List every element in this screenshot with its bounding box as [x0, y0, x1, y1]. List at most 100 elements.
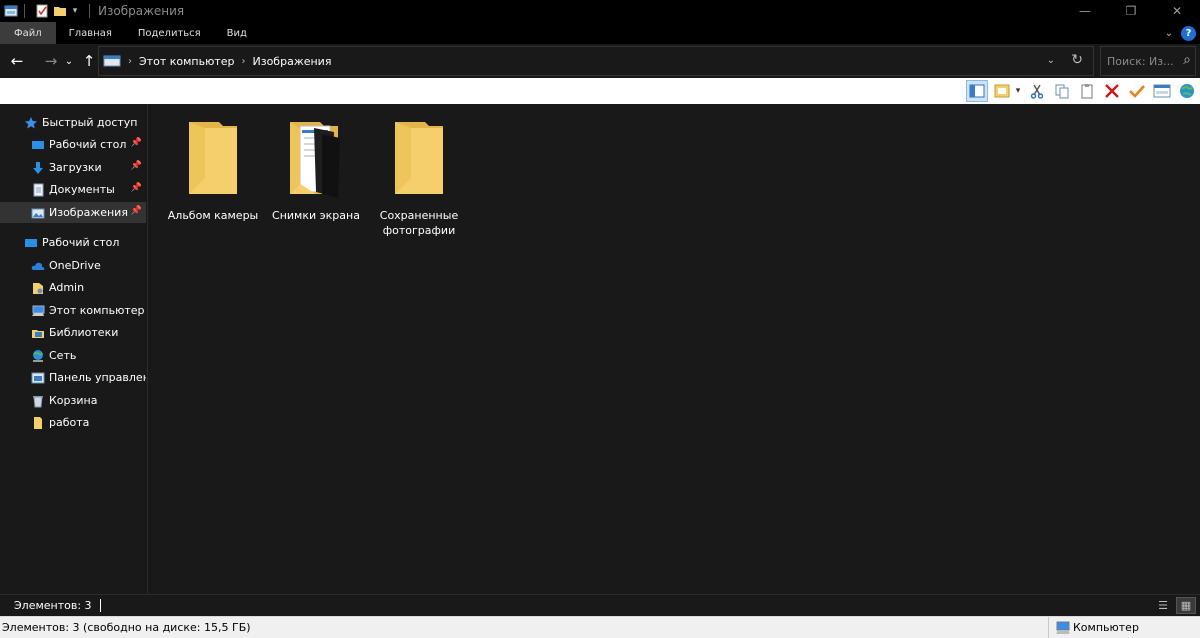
sidebar-item-pictures[interactable]: Изображения 📌: [0, 202, 146, 223]
close-button[interactable]: ✕: [1154, 0, 1200, 22]
expand-ribbon-chevron-icon[interactable]: ⌄: [1161, 25, 1177, 41]
layout-icon: [994, 84, 1010, 98]
back-arrow-icon[interactable]: ←: [6, 50, 28, 72]
sidebar-item-desktop[interactable]: Рабочий стол: [0, 232, 146, 253]
paste-icon: [1081, 84, 1093, 99]
tab-share[interactable]: Поделиться: [125, 22, 214, 44]
up-arrow-icon[interactable]: ↑: [78, 50, 100, 72]
delete-x-icon: [1105, 84, 1119, 98]
window-controls: — ❐ ✕: [1062, 0, 1200, 22]
location-label: Компьютер: [1073, 621, 1139, 634]
breadcrumb-this-pc[interactable]: Этот компьютер: [139, 55, 235, 68]
help-button[interactable]: ?: [1181, 25, 1196, 41]
tab-home[interactable]: Главная: [56, 22, 125, 44]
minimize-button[interactable]: —: [1062, 0, 1108, 22]
network-globe-icon: [33, 349, 43, 362]
refresh-icon[interactable]: ↻: [1071, 52, 1083, 68]
layout-button[interactable]: [991, 80, 1013, 102]
tab-view[interactable]: Вид: [214, 22, 260, 44]
checkmark-icon: [1129, 85, 1145, 98]
folder-icon: [395, 122, 443, 194]
sidebar-item-this-pc[interactable]: Этот компьютер: [0, 300, 146, 321]
navigation-pane-icon: [969, 84, 985, 98]
sidebar-item-label: Изображения: [49, 206, 128, 219]
pin-icon[interactable]: 📌: [131, 161, 142, 171]
recycle-bin-icon: [33, 395, 43, 407]
sidebar-item-label: Библиотеки: [49, 326, 119, 339]
sidebar-item-quick-access[interactable]: Быстрый доступ: [0, 112, 146, 133]
file-explorer-window: ▾ Изображения — ❐ ✕ Файл Главная Поделит…: [0, 0, 1200, 638]
rename-button[interactable]: [1126, 80, 1148, 102]
properties-button[interactable]: [1151, 80, 1173, 102]
copy-button[interactable]: [1051, 80, 1073, 102]
pin-icon[interactable]: 📌: [131, 138, 142, 148]
cut-button[interactable]: [1026, 80, 1048, 102]
address-dropdown-chevron-icon[interactable]: ⌄: [1047, 55, 1055, 66]
copy-icon: [1055, 84, 1069, 99]
folder-label: Альбом камеры: [167, 209, 259, 222]
command-toolbar: ▾: [0, 78, 1200, 104]
folder-item-screenshots[interactable]: Снимки экрана: [266, 120, 366, 223]
pictures-icon: [31, 208, 45, 218]
recent-locations-chevron-icon[interactable]: ⌄: [62, 50, 76, 72]
window-title: Изображения: [98, 4, 185, 18]
delete-button[interactable]: [1101, 80, 1123, 102]
paste-button[interactable]: [1076, 80, 1098, 102]
restore-button[interactable]: ❐: [1108, 0, 1154, 22]
quick-access-toolbar: ▾: [0, 0, 96, 22]
chevron-right-icon: ›: [241, 55, 246, 67]
window-icon: [4, 5, 18, 17]
sidebar-item-libraries[interactable]: Библиотеки: [0, 322, 146, 343]
large-icons-view-icon[interactable]: ▦: [1176, 597, 1196, 614]
folder-label: Снимки экрана: [272, 209, 360, 222]
sidebar-item-documents[interactable]: Документы 📌: [0, 179, 146, 200]
computer-icon: [103, 55, 121, 67]
ribbon-right-controls: ⌄ ?: [1161, 25, 1196, 41]
breadcrumb-pictures[interactable]: Изображения: [253, 55, 332, 68]
tab-file[interactable]: Файл: [0, 22, 56, 44]
items-count: Элементов: 3: [14, 599, 92, 612]
search-box[interactable]: Поиск: Из... ⌕: [1100, 46, 1196, 76]
pin-icon[interactable]: 📌: [131, 183, 142, 193]
network-button[interactable]: [1176, 80, 1198, 102]
navigation-pane-button[interactable]: [966, 80, 988, 102]
toolbar-separator: [89, 4, 90, 18]
properties-icon[interactable]: [35, 4, 49, 18]
desktop-icon: [32, 140, 44, 149]
folder-item-camera-roll[interactable]: Альбом камеры: [163, 120, 263, 223]
sidebar-item-label: Быстрый доступ: [42, 116, 138, 129]
address-bar[interactable]: › Этот компьютер › Изображения ⌄ ↻: [98, 46, 1094, 76]
sidebar-item-network[interactable]: Сеть: [0, 345, 146, 366]
sidebar-item-label: Рабочий стол: [42, 236, 120, 249]
cloud-icon: [31, 262, 45, 270]
sidebar-item-label: Документы: [49, 183, 115, 196]
location-panel: Компьютер: [1048, 617, 1200, 638]
sidebar-item-control-panel[interactable]: Панель управления: [0, 367, 146, 388]
chevron-right-icon: ›: [128, 55, 132, 67]
globe-icon: [1180, 84, 1194, 98]
sidebar-item-admin[interactable]: Admin: [0, 277, 146, 298]
document-icon: [33, 183, 44, 196]
new-folder-icon[interactable]: [53, 4, 67, 18]
file-list-view: Альбом камеры Снимки экрана Сохраненные: [149, 104, 1200, 594]
sidebar-item-desktop-pinned[interactable]: Рабочий стол 📌: [0, 134, 146, 155]
sidebar-item-label: Сеть: [49, 349, 77, 362]
details-view-icon[interactable]: ☰: [1153, 597, 1173, 614]
layout-dropdown-chevron-icon[interactable]: ▾: [1013, 80, 1023, 102]
computer-icon: [32, 305, 45, 316]
search-icon[interactable]: ⌕: [1183, 52, 1191, 68]
sidebar-item-work[interactable]: работа: [0, 412, 146, 433]
properties-window-icon: [1153, 84, 1171, 98]
text-cursor: [99, 599, 101, 612]
folder-item-saved-pictures[interactable]: Сохраненные фотографии: [369, 120, 469, 238]
folder-with-contents-icon: [290, 122, 340, 198]
folder-icon: [34, 416, 42, 429]
customize-toolbar-chevron-icon[interactable]: ▾: [67, 3, 83, 19]
forward-arrow-icon[interactable]: →: [40, 50, 62, 72]
sidebar-item-recycle-bin[interactable]: Корзина: [0, 390, 146, 411]
folder-label: Сохраненные фотографии: [379, 209, 459, 237]
sidebar-item-downloads[interactable]: Загрузки 📌: [0, 157, 146, 178]
pin-icon[interactable]: 📌: [131, 206, 142, 216]
title-bar: ▾ Изображения — ❐ ✕: [0, 0, 1200, 22]
sidebar-item-onedrive[interactable]: OneDrive: [0, 255, 146, 276]
